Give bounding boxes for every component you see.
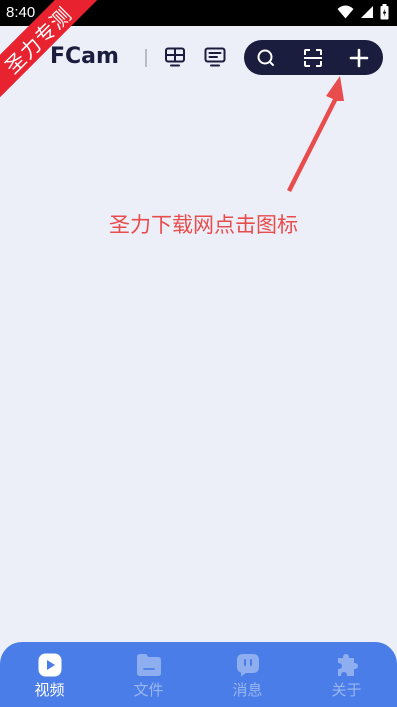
folder-icon (137, 654, 161, 676)
toolbar-pill (244, 40, 383, 75)
search-icon[interactable] (253, 45, 279, 71)
nav-item-video[interactable]: 视频 (0, 642, 99, 707)
nav-item-about[interactable]: 关于 (297, 642, 396, 707)
header-divider (145, 49, 147, 67)
puzzle-icon (338, 654, 358, 676)
video-play-icon (38, 653, 62, 677)
scan-icon[interactable] (300, 45, 326, 71)
wifi-icon (337, 5, 354, 19)
grid-view-icon[interactable] (163, 45, 187, 69)
message-icon (237, 654, 259, 677)
signal-icon (361, 6, 373, 18)
nav-label-video: 视频 (34, 682, 65, 699)
nav-label-about: 关于 (331, 682, 362, 699)
status-icons (337, 4, 389, 20)
battery-icon (380, 4, 389, 20)
status-time: 8:40 (6, 4, 36, 21)
nav-label-files: 文件 (133, 682, 164, 699)
monitor-icon[interactable] (203, 45, 227, 69)
nav-item-files[interactable]: 文件 (99, 642, 198, 707)
annotation-text: 圣力下载网点击图标 (109, 214, 298, 237)
app-brand: FCam (50, 44, 119, 69)
nav-label-messages: 消息 (232, 682, 263, 699)
add-icon[interactable] (346, 45, 372, 71)
bottom-nav: 视频 文件 消息 关于 (0, 642, 397, 707)
nav-item-messages[interactable]: 消息 (198, 642, 297, 707)
